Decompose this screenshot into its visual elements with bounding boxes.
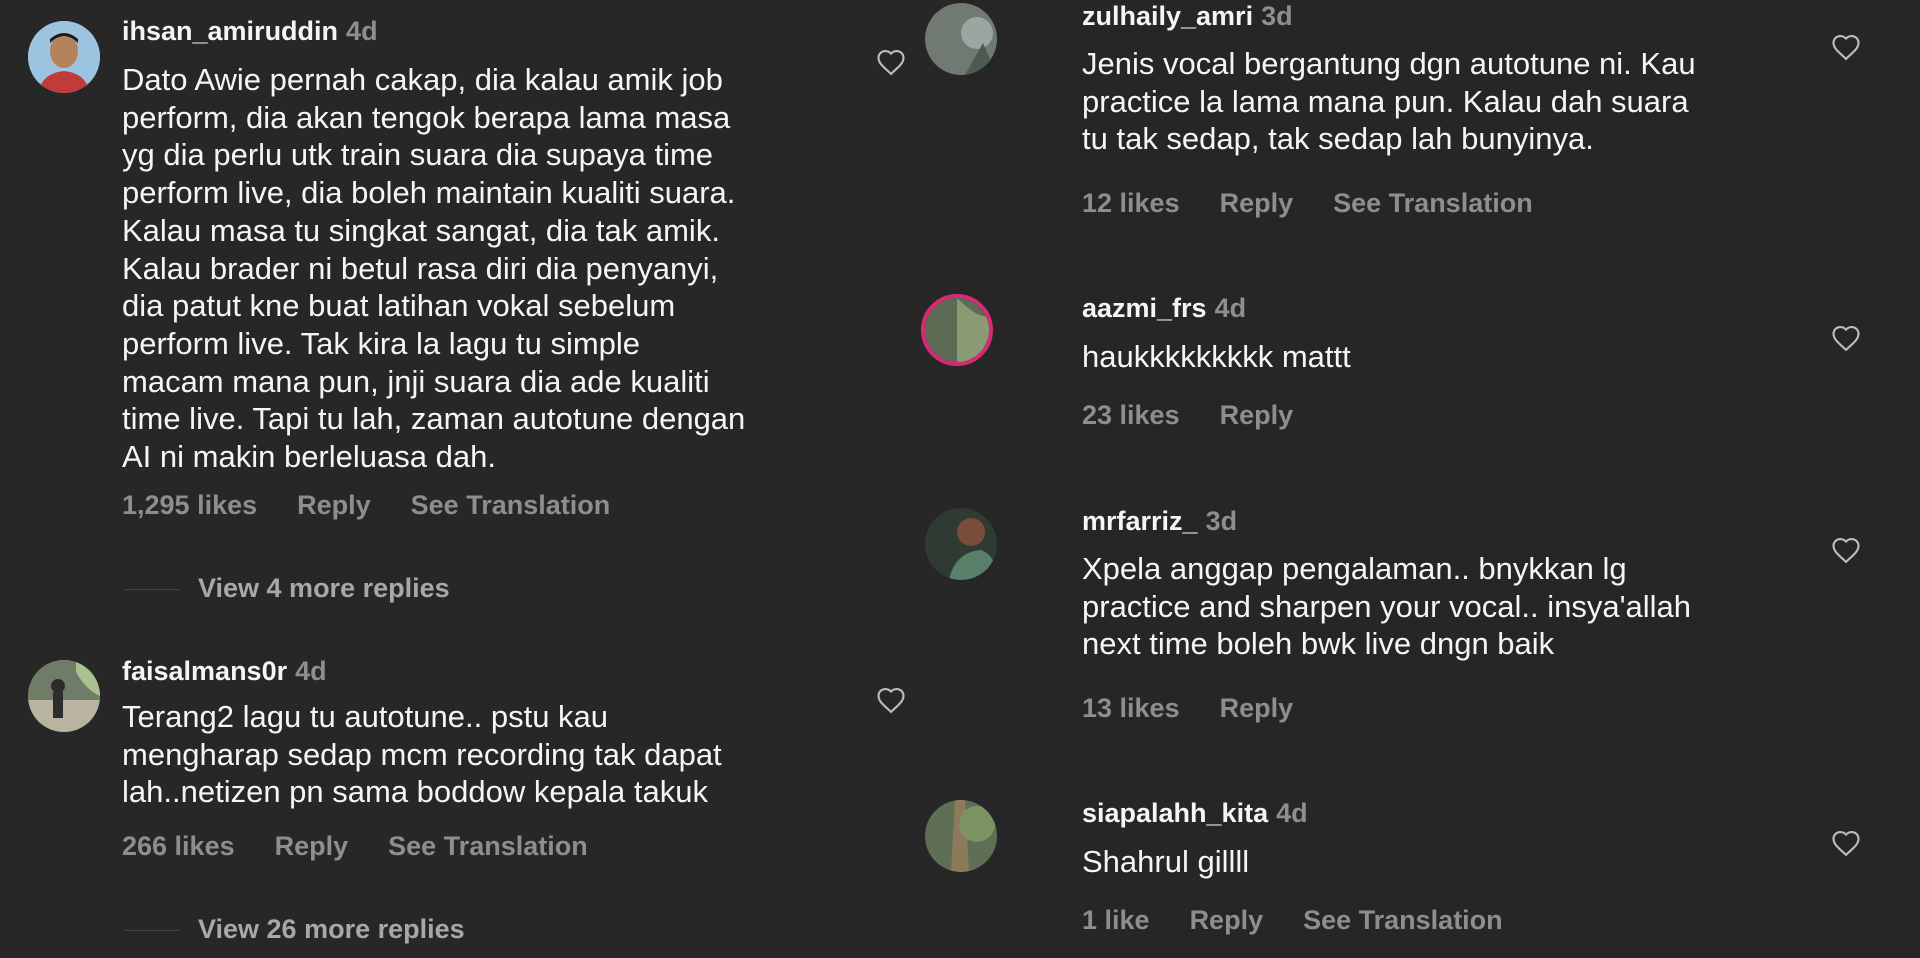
comment-actions: 23 likes Reply [1082,400,1333,431]
heart-icon[interactable] [1831,33,1861,61]
reply-button[interactable]: Reply [1190,905,1264,936]
avatar[interactable] [925,3,997,75]
comment-text: Xpela anggap pengalaman.. bnykkan lg pra… [1082,551,1692,662]
reply-divider-line [124,589,180,591]
avatar[interactable] [925,508,997,580]
likes-count[interactable]: 1,295 likes [122,490,257,521]
view-more-replies-label: View 26 more replies [198,914,465,944]
reply-button[interactable]: Reply [1220,693,1294,724]
heart-icon[interactable] [876,686,906,714]
see-translation-button[interactable]: See Translation [1333,188,1533,219]
comment-time: 4d [1276,798,1308,828]
see-translation-button[interactable]: See Translation [1303,905,1503,936]
comment-username[interactable]: aazmi_frs 4d [1082,293,1246,324]
see-translation-button[interactable]: See Translation [411,490,611,521]
right-comments-panel: zulhaily_amri 3d Jenis vocal bergantung d… [921,0,1920,958]
comment-text: haukkkkkkkkk mattt [1082,339,1351,374]
comment-username[interactable]: mrfarriz_ 3d [1082,506,1237,537]
username[interactable]: ihsan_amiruddin [122,16,338,46]
heart-icon[interactable] [876,48,906,76]
view-more-replies-button[interactable]: View 4 more replies [122,573,450,604]
heart-icon[interactable] [1831,324,1861,352]
avatar[interactable] [925,800,997,872]
reply-button[interactable]: Reply [1220,188,1294,219]
comment-text: Dato Awie pernah cakap, dia kalau amik j… [122,62,746,475]
comment-actions: 13 likes Reply [1082,693,1333,724]
likes-count[interactable]: 23 likes [1082,400,1180,431]
comment-text: Terang2 lagu tu autotune.. pstu kau meng… [122,699,722,810]
comment-time: 3d [1261,1,1293,31]
username[interactable]: zulhaily_amri [1082,1,1253,31]
likes-count[interactable]: 13 likes [1082,693,1180,724]
username[interactable]: aazmi_frs [1082,293,1207,323]
likes-count[interactable]: 266 likes [122,831,235,862]
avatar[interactable] [28,660,100,732]
comment-username[interactable]: siapalahh_kita 4d [1082,798,1308,829]
reply-button[interactable]: Reply [297,490,371,521]
comment-text: Jenis vocal bergantung dgn autotune ni. … [1082,46,1696,157]
reply-button[interactable]: Reply [275,831,349,862]
likes-count[interactable]: 12 likes [1082,188,1180,219]
view-more-replies-label: View 4 more replies [198,573,450,603]
reply-divider-line [124,930,180,932]
comment-username[interactable]: faisalmans0r 4d [122,656,327,687]
comment-username[interactable]: zulhaily_amri 3d [1082,1,1293,32]
comment-actions: 1,295 likes Reply See Translation [122,490,650,521]
heart-icon[interactable] [1831,829,1861,857]
comment-time: 3d [1205,506,1238,536]
avatar-story-ring[interactable] [921,294,993,366]
username[interactable]: mrfarriz_ [1082,506,1198,536]
comment-time: 4d [346,16,378,46]
comment-actions: 12 likes Reply See Translation [1082,188,1573,219]
heart-icon[interactable] [1831,536,1861,564]
username[interactable]: faisalmans0r [122,656,287,686]
comment-time: 4d [1214,293,1247,323]
likes-count[interactable]: 1 like [1082,905,1150,936]
reply-button[interactable]: Reply [1220,400,1294,431]
comment-actions: 1 like Reply See Translation [1082,905,1543,936]
comment-time: 4d [295,656,327,686]
see-translation-button[interactable]: See Translation [388,831,588,862]
comment-username[interactable]: ihsan_amiruddin 4d [122,16,378,47]
comment-text: Shahrul gillll [1082,844,1250,879]
view-more-replies-button[interactable]: View 26 more replies [122,914,465,945]
left-comments-panel: ihsan_amiruddin 4d Dato Awie pernah cakap… [0,0,960,958]
username[interactable]: siapalahh_kita [1082,798,1268,828]
comment-actions: 266 likes Reply See Translation [122,831,628,862]
avatar[interactable] [28,21,100,93]
